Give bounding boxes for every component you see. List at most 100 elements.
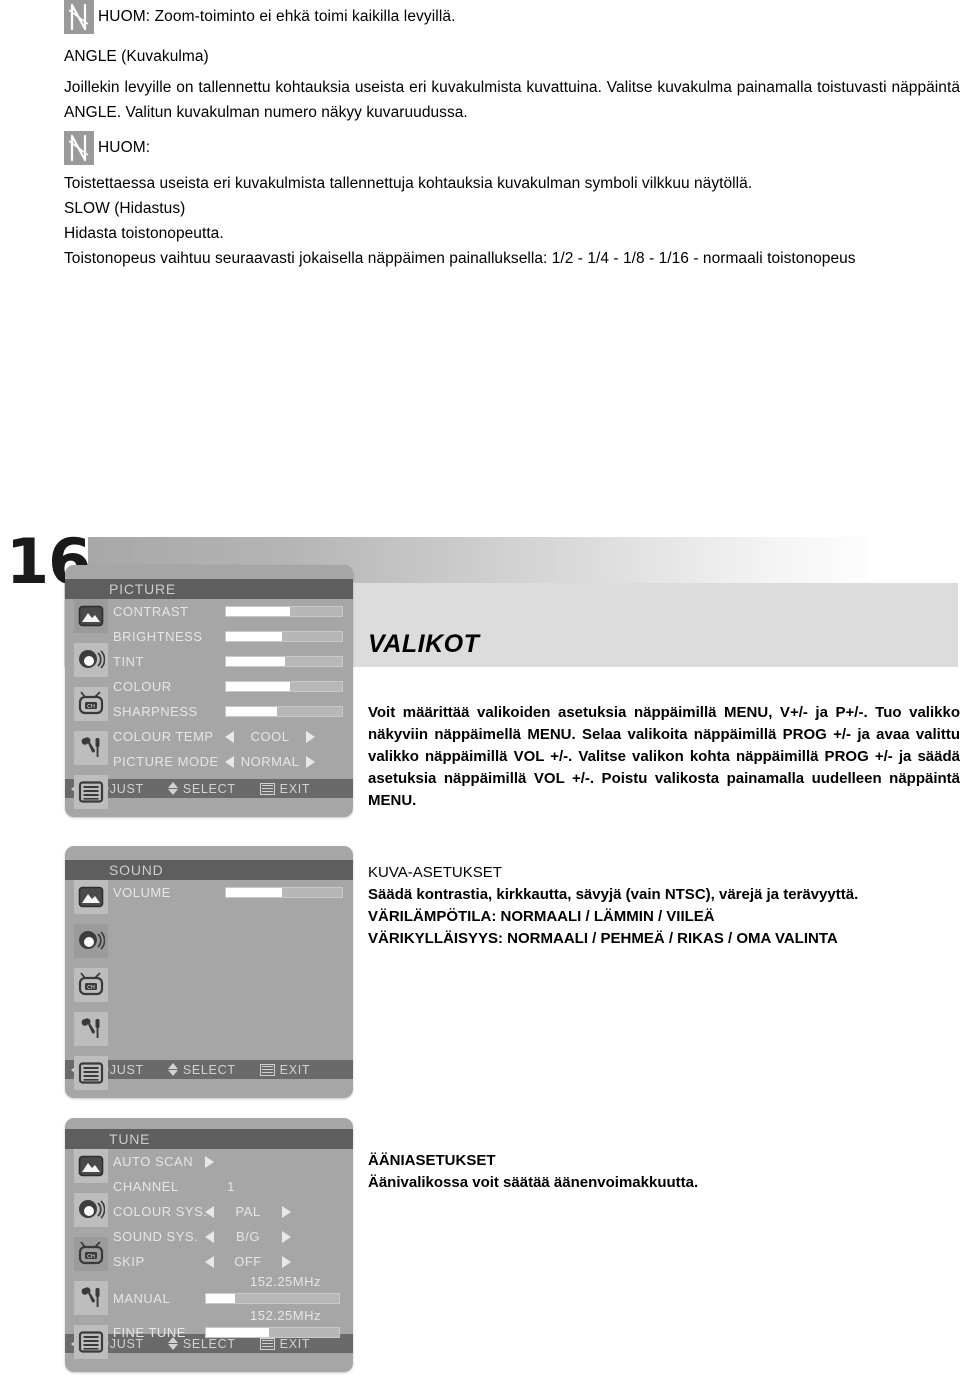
footer-select-label: SELECT xyxy=(182,1062,236,1077)
chevron-left-icon[interactable] xyxy=(225,730,234,743)
slow-line-2: Toistonopeus vaihtuu seuraavasti jokaise… xyxy=(64,250,856,267)
channel-icon[interactable]: CH xyxy=(74,687,108,721)
osd-sound-rows: VOLUME xyxy=(113,880,353,905)
picture-icon[interactable] xyxy=(74,880,108,914)
slow-heading: SLOW (Hidastus) xyxy=(64,200,186,217)
manual-frequency-value: 152.25MHz xyxy=(250,1273,321,1289)
note-2-body: Toistettaessa useista eri kuvakulmista t… xyxy=(64,175,753,192)
osd-row-colour-sys[interactable]: COLOUR SYS. PAL xyxy=(113,1199,343,1224)
osd-row-sharpness[interactable]: SHARPNESS xyxy=(113,699,343,724)
svg-text:CH: CH xyxy=(87,1254,95,1260)
osd-row-channel[interactable]: CHANNEL 1 xyxy=(113,1174,343,1199)
osd-row-label: AUTO SCAN xyxy=(113,1154,194,1169)
channel-icon[interactable]: CH xyxy=(74,1237,108,1271)
setup-icon[interactable] xyxy=(74,731,108,765)
osd-row-label: PICTURE MODE xyxy=(113,754,219,769)
valikot-body-text: Voit määrittää valikoiden asetuksia näpp… xyxy=(368,704,960,809)
slow-line-1: Hidasta toistonopeutta. xyxy=(64,225,224,242)
document-text-block: HUOM: Zoom-toiminto ei ehkä toimi kaikil… xyxy=(64,0,960,271)
osd-sound-menu[interactable]: SOUND CH VOLUME ADJUST SELECT EXIT xyxy=(65,846,353,1098)
osd-row-label: SHARPNESS xyxy=(113,704,198,719)
channel-value: 1 xyxy=(227,1179,235,1194)
colour-temp-value: COOL xyxy=(250,729,290,744)
valikot-description: Voit määrittää valikoiden asetuksia näpp… xyxy=(368,702,960,812)
osd-row-label: CHANNEL xyxy=(113,1179,179,1194)
chevron-left-icon[interactable] xyxy=(205,1205,214,1218)
note-callout-2: HUOM: xyxy=(64,131,960,165)
osd-picture-icon-column: CH xyxy=(74,599,108,817)
kuva-asetukset-block: KUVA-ASETUKSET Säädä kontrastia, kirkkau… xyxy=(368,862,960,950)
menu-box-icon xyxy=(259,782,275,795)
osd-row-skip[interactable]: SKIP OFF xyxy=(113,1249,343,1274)
osd-tune-title: TUNE xyxy=(109,1131,151,1147)
picture-icon[interactable] xyxy=(74,1149,108,1183)
chevron-right-icon[interactable] xyxy=(282,1205,291,1218)
osd-tune-rows: AUTO SCAN CHANNEL 1 COLOUR SYS. PAL SOUN… xyxy=(113,1149,353,1342)
manual-slider[interactable] xyxy=(205,1292,340,1304)
osd-row-tint[interactable]: TINT xyxy=(113,649,343,674)
sharpness-slider[interactable] xyxy=(225,706,343,717)
kuva-asetukset-heading: KUVA-ASETUKSET xyxy=(368,864,502,881)
chevron-left-icon[interactable] xyxy=(225,755,234,768)
note-callout-1: HUOM: Zoom-toiminto ei ehkä toimi kaikil… xyxy=(64,0,960,34)
osd-row-auto-scan[interactable]: AUTO SCAN xyxy=(113,1149,343,1174)
osd-picture-rows: CONTRAST BRIGHTNESS TINT COLOUR SHARPNES… xyxy=(113,599,353,774)
osd-row-brightness[interactable]: BRIGHTNESS xyxy=(113,624,343,649)
chevron-left-icon[interactable] xyxy=(205,1255,214,1268)
note-2-text: HUOM: xyxy=(98,139,151,156)
note-1-text: HUOM: Zoom-toiminto ei ehkä toimi kaikil… xyxy=(98,8,456,25)
aaniasetukset-line-1: Äänivalikossa voit säätää äänenvoimakkuu… xyxy=(368,1174,699,1191)
osd-row-volume[interactable]: VOLUME xyxy=(113,880,343,905)
contrast-slider[interactable] xyxy=(225,606,343,617)
osd-sound-footer: ADJUST SELECT EXIT xyxy=(65,1060,353,1079)
osd-tune-icon-column: CH xyxy=(74,1149,108,1369)
setup-icon[interactable] xyxy=(74,1281,108,1315)
footer-exit-label: EXIT xyxy=(279,1062,311,1077)
list-icon[interactable] xyxy=(74,1056,108,1090)
channel-icon[interactable]: CH xyxy=(74,968,108,1002)
brightness-slider[interactable] xyxy=(225,631,343,642)
sound-icon[interactable] xyxy=(74,924,108,958)
chevron-left-icon[interactable] xyxy=(205,1230,214,1243)
osd-row-sound-sys[interactable]: SOUND SYS. B/G xyxy=(113,1224,343,1249)
picture-icon[interactable] xyxy=(74,599,108,633)
chevron-right-icon[interactable] xyxy=(282,1230,291,1243)
kuva-asetukset-line-3: VÄRIKYLLÄISYYS: NORMAALI / PEHMEÄ / RIKA… xyxy=(368,930,838,947)
osd-row-colour[interactable]: COLOUR xyxy=(113,674,343,699)
chevron-right-icon[interactable] xyxy=(306,730,315,743)
list-icon[interactable] xyxy=(74,1325,108,1359)
osd-picture-menu[interactable]: PICTURE CH CONTRAST BRIGHTNESS TINT COLO… xyxy=(65,565,353,817)
osd-row-label: COLOUR TEMP xyxy=(113,729,214,744)
osd-picture-footer: ADJUST SELECT EXIT xyxy=(65,779,353,798)
osd-row-label: COLOUR SYS. xyxy=(113,1204,208,1219)
chevron-right-icon[interactable] xyxy=(205,1155,214,1168)
footer-exit-label: EXIT xyxy=(279,781,311,796)
osd-row-fine-tune[interactable]: FINE TUNE xyxy=(113,1322,343,1342)
chevron-right-icon[interactable] xyxy=(282,1255,291,1268)
fine-tune-frequency-value: 152.25MHz xyxy=(250,1307,321,1323)
list-icon[interactable] xyxy=(74,775,108,809)
osd-tune-menu[interactable]: TUNE CH AUTO SCAN CHANNEL 1 COLOUR SYS. … xyxy=(65,1118,353,1372)
angle-heading: ANGLE (Kuvakulma) xyxy=(64,48,209,65)
colour-slider[interactable] xyxy=(225,681,343,692)
osd-row-label: MANUAL xyxy=(113,1290,171,1306)
osd-row-colour-temp[interactable]: COLOUR TEMP COOL xyxy=(113,724,343,749)
osd-row-contrast[interactable]: CONTRAST xyxy=(113,599,343,624)
osd-sound-title-bar: SOUND xyxy=(65,860,353,880)
volume-slider[interactable] xyxy=(225,887,343,898)
osd-row-label: SKIP xyxy=(113,1254,145,1269)
osd-row-manual[interactable]: MANUAL xyxy=(113,1288,343,1308)
setup-icon[interactable] xyxy=(74,1012,108,1046)
aaniasetukset-block: ÄÄNIASETUKSET Äänivalikossa voit säätää … xyxy=(368,1150,960,1194)
sound-icon[interactable] xyxy=(74,1193,108,1227)
skip-value: OFF xyxy=(234,1254,262,1269)
kuva-asetukset-line-2: VÄRILÄMPÖTILA: NORMAALI / LÄMMIN / VIILE… xyxy=(368,908,715,925)
osd-row-picture-mode[interactable]: PICTURE MODE NORMAL xyxy=(113,749,343,774)
osd-row-label: VOLUME xyxy=(113,885,171,900)
osd-tune-title-bar: TUNE xyxy=(65,1129,353,1149)
colour-sys-value: PAL xyxy=(235,1204,261,1219)
tint-slider[interactable] xyxy=(225,656,343,667)
sound-icon[interactable] xyxy=(74,643,108,677)
fine-tune-slider[interactable] xyxy=(205,1326,340,1338)
chevron-right-icon[interactable] xyxy=(306,755,315,768)
